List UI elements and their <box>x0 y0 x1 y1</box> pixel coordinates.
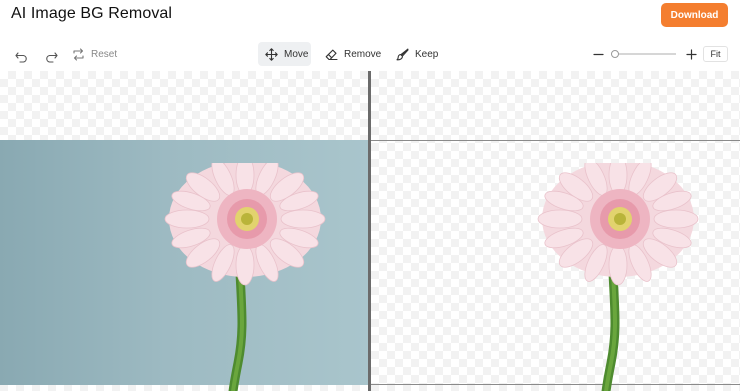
move-label: Move <box>284 48 309 60</box>
result-image-pane[interactable] <box>371 71 740 391</box>
redo-icon <box>46 52 58 63</box>
move-icon <box>265 47 278 61</box>
fit-button[interactable]: Fit <box>703 46 728 62</box>
flower-image <box>164 163 326 391</box>
undo-button[interactable] <box>15 44 29 68</box>
brush-icon <box>396 48 409 60</box>
reset-label: Reset <box>91 48 118 60</box>
reset-icon <box>73 47 84 61</box>
zoom-slider[interactable] <box>611 53 676 55</box>
flower-cutout-image <box>537 163 699 391</box>
move-tool-button[interactable]: Move <box>258 42 311 66</box>
reset-button[interactable]: Reset <box>72 42 117 66</box>
redo-button[interactable] <box>44 44 58 68</box>
undo-icon <box>15 52 27 63</box>
page-title: AI Image BG Removal <box>11 5 173 22</box>
remove-label: Remove <box>344 48 382 60</box>
plus-icon <box>686 48 697 60</box>
zoom-slider-handle[interactable] <box>611 50 619 58</box>
original-image-pane[interactable] <box>0 71 368 391</box>
zoom-in-button[interactable] <box>686 42 697 66</box>
minus-icon <box>593 53 604 55</box>
remove-tool-button[interactable]: Remove <box>325 42 381 66</box>
keep-label: Keep <box>415 48 439 60</box>
download-button[interactable]: Download <box>661 3 728 27</box>
app-header: AI Image BG Removal Download <box>0 0 740 34</box>
keep-tool-button[interactable]: Keep <box>396 42 438 66</box>
compare-divider[interactable] <box>368 71 371 391</box>
eraser-icon <box>325 49 338 60</box>
zoom-out-button[interactable] <box>593 42 604 66</box>
